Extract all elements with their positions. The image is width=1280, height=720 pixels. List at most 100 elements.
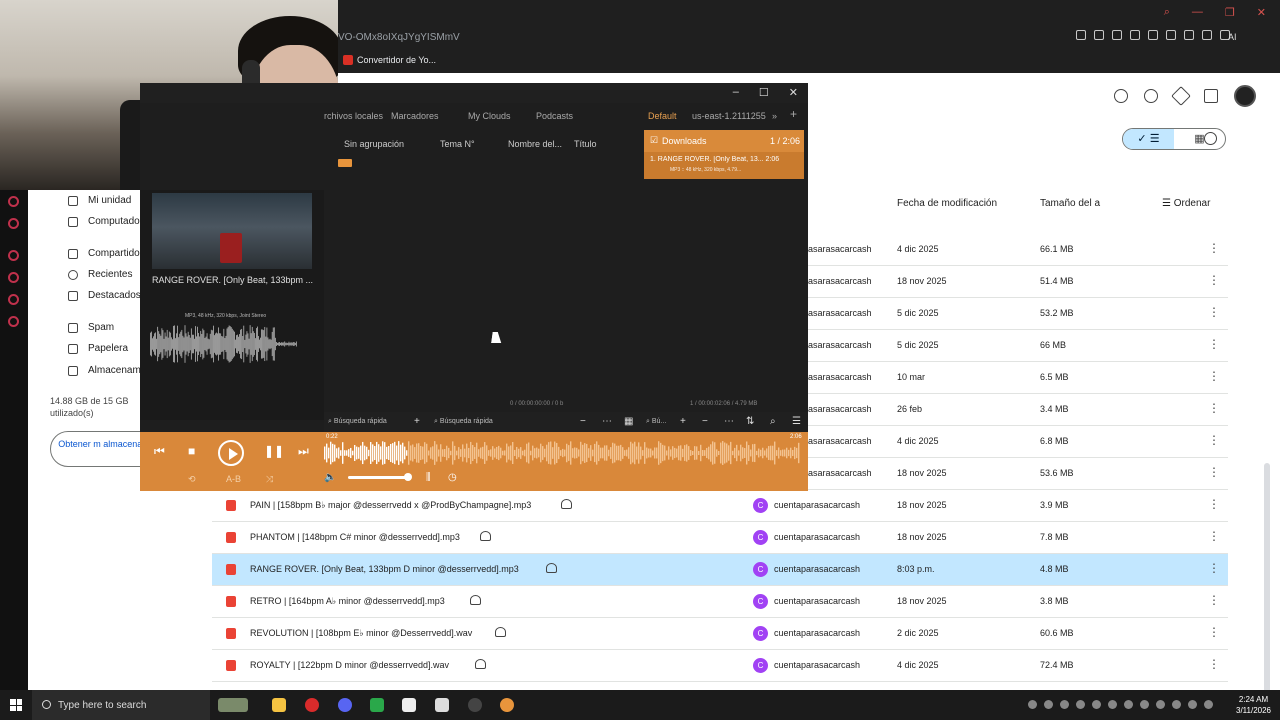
table-row[interactable]: PHANTOM | [148bpm C# minor @desserrvedd]… [212, 522, 1228, 554]
app-icon[interactable] [402, 698, 416, 712]
menu-icon[interactable]: ☰ [792, 416, 801, 427]
table-row[interactable]: REVOLUTION | [108bpm E♭ minor @Desserrve… [212, 618, 1228, 650]
minimize-icon[interactable]: – [733, 86, 739, 99]
maximize-icon[interactable]: ☐ [759, 86, 769, 99]
tray-icon[interactable] [1140, 700, 1149, 709]
extension-icon[interactable] [1112, 30, 1122, 40]
table-row[interactable]: RANGE ROVER. [Only Beat, 133bpm D minor … [212, 554, 1228, 586]
weather-widget-icon[interactable] [218, 698, 248, 712]
wifi-icon[interactable] [1156, 700, 1165, 709]
music-player-icon[interactable] [500, 698, 514, 712]
search-icon[interactable]: ⌕ [770, 416, 776, 427]
more-options-icon[interactable]: ⋮ [1208, 273, 1220, 287]
quick-search-mid[interactable]: ⌕ Búsqueda rápida [434, 418, 493, 426]
scrollbar[interactable] [1264, 463, 1270, 720]
file-name[interactable]: ROYALTY | [122bpm D minor @desserrvedd].… [250, 660, 449, 670]
seek-waveform[interactable] [324, 440, 800, 466]
close-icon[interactable]: ✕ [789, 86, 798, 99]
notification-icon[interactable] [1204, 700, 1213, 709]
file-name[interactable]: RANGE ROVER. [Only Beat, 133bpm D minor … [250, 564, 519, 574]
app-icon[interactable] [370, 698, 384, 712]
player-titlebar[interactable]: – ☐ ✕ [140, 83, 808, 103]
column-size[interactable]: Tamaño del a [1040, 198, 1100, 209]
remove-icon[interactable]: − [702, 416, 708, 427]
tab-default[interactable]: Default [648, 111, 677, 121]
tab-local-files[interactable]: rchivos locales [324, 111, 383, 121]
gear-icon[interactable] [1144, 89, 1158, 103]
app-icon[interactable] [8, 294, 19, 305]
repeat-icon[interactable]: ⟲ [188, 474, 196, 485]
column-grouping[interactable]: Sin agrupación [344, 139, 404, 149]
file-name[interactable]: PHANTOM | [148bpm C# minor @desserrvedd]… [250, 532, 460, 542]
pause-icon[interactable]: ❚❚ [264, 444, 284, 458]
tab-bookmarks[interactable]: Marcadores [391, 111, 439, 121]
tray-icon[interactable] [1108, 700, 1117, 709]
quick-search-left[interactable]: ⌕ Búsqueda rápida [328, 418, 387, 426]
tab-podcasts[interactable]: Podcasts [536, 111, 573, 121]
playlist-header[interactable]: ☑ Downloads 1 / 2:06 [644, 130, 804, 152]
equalizer-icon[interactable]: ⫼ [426, 472, 431, 483]
file-name[interactable]: PAIN | [158bpm B♭ major @desserrvedd x @… [250, 500, 531, 511]
quick-search-right[interactable]: ⌕ Bú... [646, 418, 666, 426]
help-icon[interactable] [1114, 89, 1128, 103]
download-icon[interactable] [1202, 30, 1212, 40]
tray-icon[interactable] [1076, 700, 1085, 709]
more-options-icon[interactable]: ⋮ [1208, 657, 1220, 671]
file-tree-list[interactable] [324, 156, 640, 396]
table-row[interactable]: PAIN | [158bpm B♭ major @desserrvedd x @… [212, 490, 1228, 522]
sort-icon[interactable]: ⇅ [746, 416, 754, 427]
column-title[interactable]: Título [574, 139, 597, 149]
extension-icon[interactable] [1166, 30, 1176, 40]
tray-icon[interactable] [1124, 700, 1133, 709]
more-icon[interactable]: ⋯ [602, 416, 612, 427]
playlist-track-item[interactable]: 1. RANGE ROVER. [Only Beat, 13... 2:06 M… [644, 152, 804, 179]
add-tab-icon[interactable]: + [790, 107, 797, 121]
column-track-no[interactable]: Tema N° [440, 139, 475, 149]
volume-icon[interactable] [1172, 700, 1181, 709]
shuffle-icon[interactable]: ⤨ [266, 474, 273, 485]
tray-icon[interactable] [1044, 700, 1053, 709]
more-options-icon[interactable]: ⋮ [1208, 465, 1220, 479]
x-icon[interactable] [8, 218, 19, 229]
tiktok-icon[interactable] [8, 196, 19, 207]
checkbox-icon[interactable]: ☑ [650, 135, 658, 146]
sidebar-item-recent[interactable]: Recientes [68, 269, 132, 280]
gear-icon[interactable] [8, 316, 19, 327]
more-options-icon[interactable]: ⋮ [1208, 401, 1220, 415]
more-options-icon[interactable]: ⋮ [1208, 369, 1220, 383]
address-bar-text[interactable]: VO-OMx8oIXqJYgYISMmV [338, 32, 460, 43]
volume-knob[interactable] [404, 473, 412, 481]
more-options-icon[interactable]: ⋮ [1208, 433, 1220, 447]
more-options-icon[interactable]: ⋮ [1208, 593, 1220, 607]
app-icon[interactable] [8, 250, 19, 261]
tab-cloud-bucket[interactable]: us-east-1.211125547 [692, 111, 766, 121]
sidebar-item-trash[interactable]: Papelera [68, 343, 128, 354]
ai-button[interactable]: AI [1228, 32, 1237, 42]
windows-start-icon[interactable] [10, 699, 22, 711]
apps-grid-icon[interactable] [1204, 89, 1218, 103]
maximize-icon[interactable]: ❐ [1225, 6, 1235, 19]
tab-my-clouds[interactable]: My Clouds [468, 111, 511, 121]
language-icon[interactable] [1188, 700, 1197, 709]
add-icon[interactable]: + [680, 416, 686, 427]
app-icon[interactable] [8, 272, 19, 283]
avatar[interactable] [1234, 85, 1256, 107]
more-options-icon[interactable]: ⋮ [1208, 497, 1220, 511]
info-icon[interactable] [1204, 132, 1217, 145]
extension-icon[interactable] [1076, 30, 1086, 40]
tabs-more-icon[interactable]: » [772, 111, 777, 121]
more-options-icon[interactable]: ⋮ [1208, 337, 1220, 351]
opera-icon[interactable] [305, 698, 319, 712]
heart-icon[interactable] [1148, 30, 1158, 40]
volume-slider[interactable] [348, 476, 408, 479]
minimize-icon[interactable]: — [1192, 6, 1203, 19]
more-options-icon[interactable]: ⋮ [1208, 625, 1220, 639]
bookmark-tab[interactable]: Convertidor de Yo... [357, 55, 436, 65]
next-icon[interactable]: ⏭ [298, 444, 309, 459]
more-options-icon[interactable]: ⋮ [1208, 305, 1220, 319]
discord-icon[interactable] [338, 698, 352, 712]
more-options-icon[interactable]: ⋮ [1208, 529, 1220, 543]
previous-icon[interactable]: ⏮ [154, 444, 165, 459]
more-icon[interactable]: ⋯ [724, 416, 734, 427]
tray-icon[interactable] [1060, 700, 1069, 709]
